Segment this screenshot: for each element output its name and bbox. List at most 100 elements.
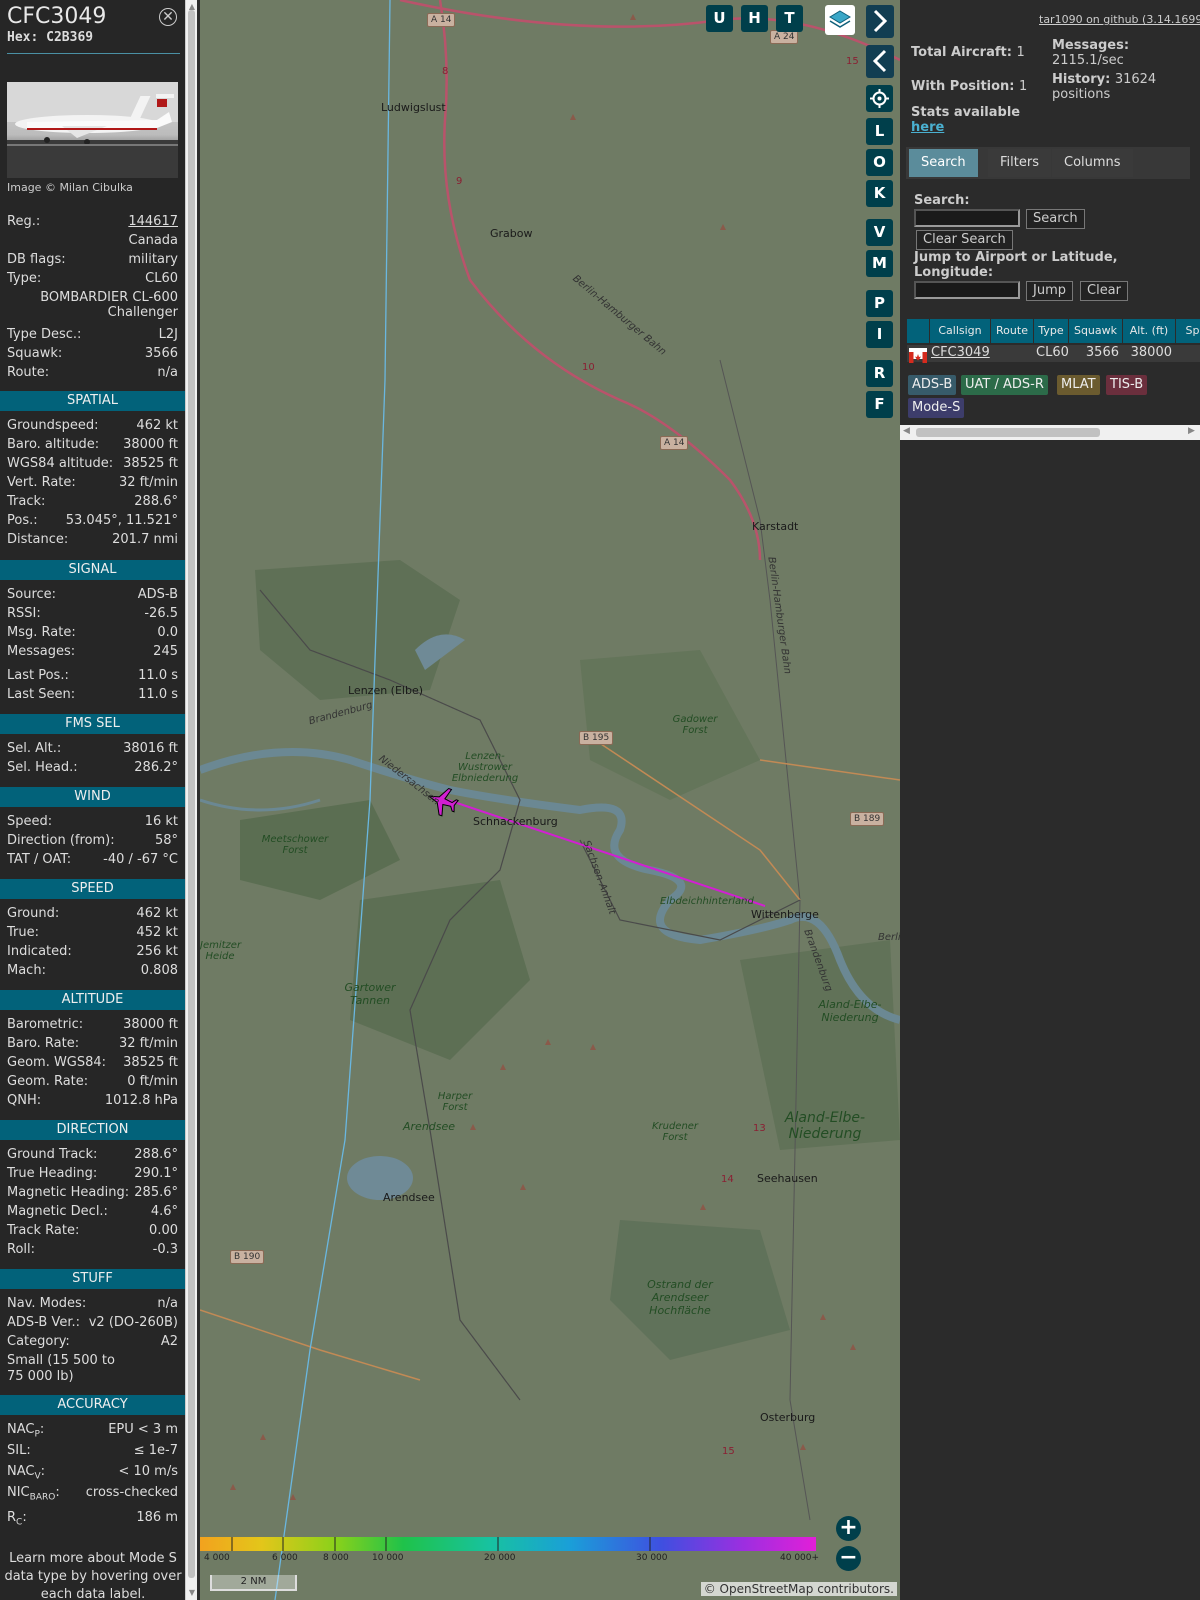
label: Msg. Rate:: [7, 625, 76, 640]
tab-filters[interactable]: Filters: [988, 149, 1051, 177]
toggle-k-button[interactable]: K: [866, 180, 893, 207]
region-label: Harper Forst: [437, 1091, 473, 1113]
value: 38525 ft: [123, 456, 178, 471]
sidebar-scrollbar[interactable]: ▲ ▼: [185, 0, 197, 1600]
value: 452 kt: [136, 925, 178, 940]
expand-right-button[interactable]: [866, 5, 894, 38]
region-label: Ostrand der Arendseer Hochfläche: [647, 1278, 713, 1317]
label: Category:: [7, 1334, 70, 1349]
value: 11.0 s: [138, 687, 178, 702]
value: 462 kt: [136, 418, 178, 433]
toggle-r-button[interactable]: R: [866, 360, 893, 387]
toggle-v-button[interactable]: V: [866, 219, 893, 246]
section-header-fms-sel: FMS SEL: [0, 714, 185, 734]
table-header-type[interactable]: Type: [1034, 319, 1068, 343]
scrollbar-thumb[interactable]: [188, 10, 195, 1578]
table-header-squawk[interactable]: Squawk: [1069, 319, 1122, 343]
table-header-speed[interactable]: Spd: [1176, 319, 1200, 343]
toggle-m-button[interactable]: M: [866, 250, 893, 277]
toggle-f-button[interactable]: F: [866, 391, 893, 418]
legend-tisb[interactable]: TIS-B: [1106, 375, 1148, 395]
zoom-out-button[interactable]: −: [836, 1546, 861, 1571]
legend-mlat[interactable]: MLAT: [1057, 375, 1100, 395]
toggle-p-button[interactable]: P: [866, 290, 893, 317]
row-callsign-link[interactable]: CFC3049: [931, 345, 990, 361]
panel-tabs: Search Filters Columns: [906, 147, 1190, 179]
map-view[interactable]: Ludwigslust Grabow Karstadt Lenzen (Elbe…: [200, 0, 900, 1600]
with-position-value: 1: [1019, 79, 1028, 94]
table-header-callsign[interactable]: Callsign: [930, 319, 990, 343]
value: v2 (DO-260B): [88, 1315, 178, 1330]
value: 0.808: [140, 963, 178, 978]
chevron-right-icon: [873, 9, 888, 33]
legend-adsb[interactable]: ADS-B: [908, 375, 957, 395]
value: 186 m: [136, 1510, 178, 1525]
section-header-spatial: SPATIAL: [0, 391, 185, 411]
legend-uat-adsr[interactable]: UAT / ADS-R: [961, 375, 1048, 395]
label: Messages:: [7, 644, 76, 659]
tab-columns[interactable]: Columns: [1052, 149, 1133, 177]
clear-button[interactable]: Clear: [1080, 281, 1128, 301]
altitude-tick: 6 000: [272, 1553, 298, 1563]
section-header-wind: WIND: [0, 787, 185, 807]
hex-label: Hex:: [7, 30, 39, 45]
aircraft-photo[interactable]: [7, 82, 178, 178]
value: 4.6°: [150, 1204, 178, 1219]
search-button[interactable]: Search: [1026, 209, 1085, 229]
label: Indicated:: [7, 944, 72, 959]
label: Pos.:: [7, 513, 38, 528]
collapse-left-button[interactable]: [866, 45, 894, 78]
region-label: Jemitzer Heide: [200, 940, 242, 962]
label: Geom. WGS84:: [7, 1055, 107, 1070]
osm-link[interactable]: OpenStreetMap: [720, 1582, 814, 1596]
clear-search-button[interactable]: Clear Search: [916, 230, 1013, 250]
section-header-speed: SPEED: [0, 879, 185, 899]
zoom-in-button[interactable]: +: [836, 1516, 861, 1541]
value: ≤ 1e-7: [133, 1443, 178, 1458]
place-label: Wittenberge: [751, 908, 819, 921]
toggle-h-button[interactable]: H: [741, 5, 768, 32]
jump-input[interactable]: [914, 281, 1020, 299]
toggle-i-button[interactable]: I: [866, 321, 893, 348]
info-value: BOMBARDIER CL-600 Challenger: [40, 290, 178, 320]
layers-icon: [829, 10, 851, 28]
search-input[interactable]: [914, 209, 1020, 227]
value: 58°: [154, 833, 178, 848]
label: NACV:: [7, 1464, 46, 1482]
label: Magnetic Heading:: [7, 1185, 130, 1200]
table-horizontal-scrollbar[interactable]: ◀ ▶: [900, 425, 1200, 440]
toggle-o-button[interactable]: O: [866, 149, 893, 176]
registration-link[interactable]: 144617: [128, 214, 178, 229]
toggle-u-button[interactable]: U: [706, 5, 733, 32]
github-link[interactable]: tar1090 on github (3.14.1699): [1039, 13, 1200, 26]
table-header-altitude[interactable]: Alt. (ft): [1123, 319, 1175, 343]
scrollbar-thumb[interactable]: [916, 428, 1100, 437]
scroll-down-arrow-icon[interactable]: ▼: [187, 1588, 197, 1598]
close-sidebar-button[interactable]: ✕: [159, 8, 177, 26]
with-position-label: With Position:: [911, 79, 1015, 94]
search-label: Search:: [914, 193, 970, 208]
label: Track Rate:: [7, 1223, 80, 1238]
region-label: Arendsee: [403, 1120, 456, 1133]
messages-label: Messages:: [1052, 38, 1130, 53]
settings-button[interactable]: [866, 85, 893, 112]
scroll-left-arrow-icon[interactable]: ◀: [903, 426, 910, 436]
value: 32 ft/min: [118, 1036, 178, 1051]
label: ADS-B Ver.:: [7, 1315, 80, 1330]
table-header-route[interactable]: Route: [991, 319, 1033, 343]
label: Vert. Rate:: [7, 475, 76, 490]
value: EPU < 3 m: [108, 1422, 178, 1437]
info-value: military: [128, 252, 178, 267]
legend-mode-s[interactable]: Mode-S: [908, 398, 965, 418]
layers-button[interactable]: [825, 5, 855, 35]
toggle-l-button[interactable]: L: [866, 118, 893, 145]
jump-button[interactable]: Jump: [1026, 281, 1073, 301]
scroll-right-arrow-icon[interactable]: ▶: [1188, 426, 1195, 436]
label: Sel. Alt.:: [7, 741, 62, 756]
tab-search[interactable]: Search: [909, 149, 978, 177]
info-key: DB flags:: [7, 252, 66, 267]
value: 285.6°: [134, 1185, 178, 1200]
stats-here-link[interactable]: here: [911, 120, 944, 135]
minus-icon: −: [839, 1545, 858, 1570]
toggle-t-button[interactable]: T: [776, 5, 803, 32]
